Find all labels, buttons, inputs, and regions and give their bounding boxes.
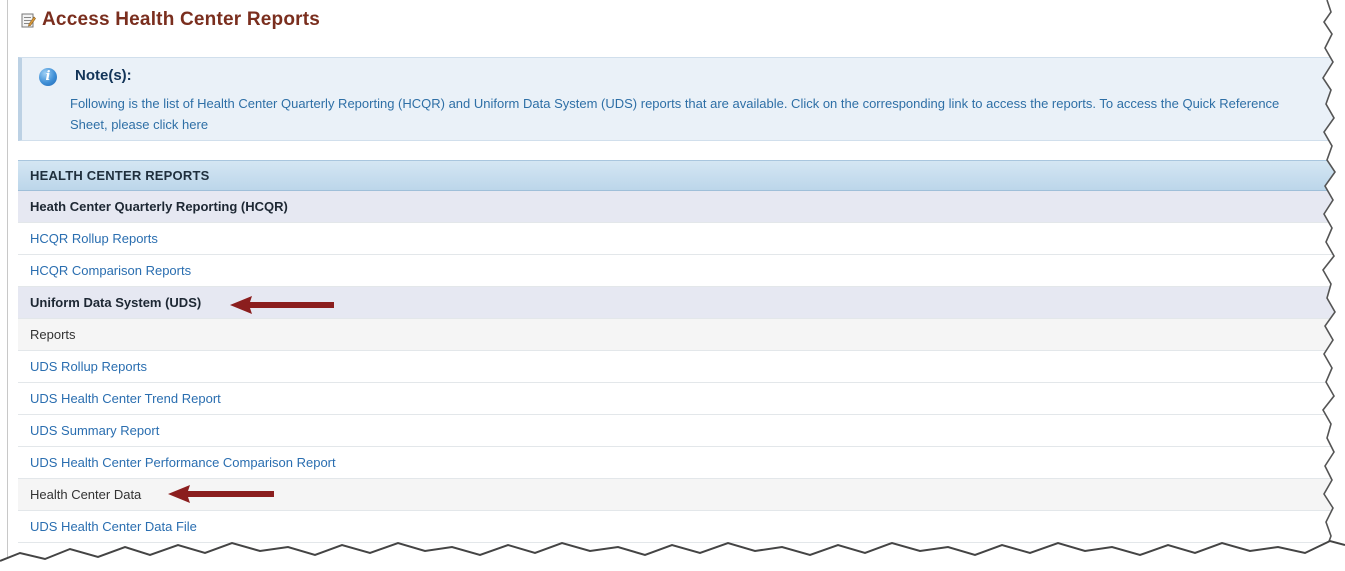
annotation-arrow-uds	[230, 296, 334, 314]
torn-edge-right	[1322, 0, 1345, 571]
quick-reference-link[interactable]: click here	[153, 117, 208, 132]
uds-reports-label: Reports	[18, 319, 1345, 351]
uds-trend-report-link[interactable]: UDS Health Center Trend Report	[18, 383, 1345, 415]
uds-performance-comparison-link[interactable]: UDS Health Center Performance Comparison…	[18, 447, 1345, 479]
uds-section-title: Uniform Data System (UDS)	[18, 287, 1345, 319]
uds-summary-report-link[interactable]: UDS Summary Report	[18, 415, 1345, 447]
note-heading: Note(s):	[75, 67, 132, 84]
report-icon	[20, 12, 36, 28]
note-text: Following is the list of Health Center Q…	[70, 96, 1280, 132]
note-box: i Note(s): Following is the list of Heal…	[18, 57, 1345, 141]
hcqr-comparison-reports-link[interactable]: HCQR Comparison Reports	[18, 255, 1345, 287]
uds-rollup-reports-link[interactable]: UDS Rollup Reports	[18, 351, 1345, 383]
hcqr-section-title: Heath Center Quarterly Reporting (HCQR)	[18, 191, 1345, 223]
reports-header: HEALTH CENTER REPORTS	[18, 160, 1345, 191]
page-header: Access Health Center Reports	[20, 8, 320, 32]
note-body: Following is the list of Health Center Q…	[70, 93, 1305, 135]
page-title: Access Health Center Reports	[42, 9, 321, 30]
torn-edge-bottom	[0, 539, 1345, 571]
info-icon: i	[39, 68, 57, 86]
hcqr-rollup-reports-link[interactable]: HCQR Rollup Reports	[18, 223, 1345, 255]
annotation-arrow-health-center-data	[168, 485, 274, 503]
